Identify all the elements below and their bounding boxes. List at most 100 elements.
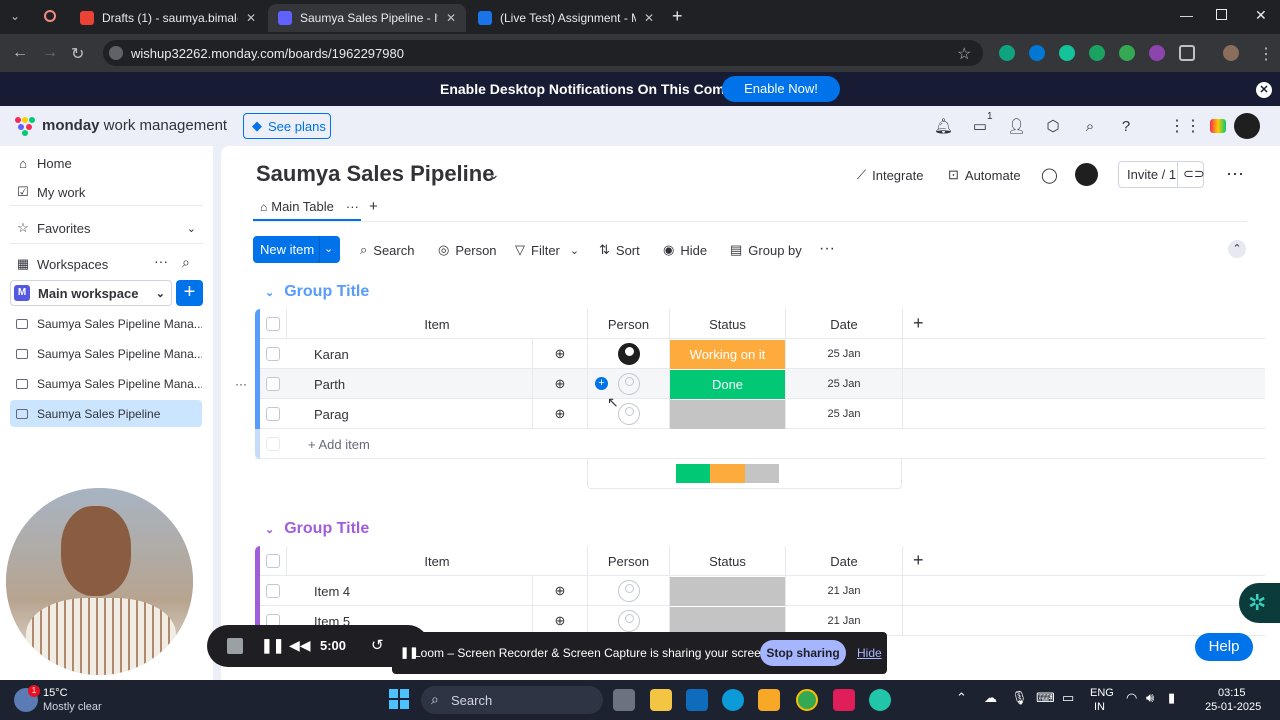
- column-header-person[interactable]: Person: [587, 546, 669, 576]
- windows-start-icon[interactable]: [389, 689, 409, 709]
- wifi-icon[interactable]: ◠: [1126, 690, 1137, 706]
- close-icon[interactable]: ✕: [446, 11, 456, 25]
- integrate-button[interactable]: ⟋ Integrate: [857, 167, 923, 183]
- table-row[interactable]: Karan ⊕ Working on it 25 Jan: [255, 339, 1265, 369]
- add-column-icon[interactable]: +: [913, 550, 924, 571]
- row-checkbox[interactable]: [266, 584, 280, 598]
- status-cell[interactable]: [669, 576, 785, 606]
- close-window-button[interactable]: ✕: [1255, 7, 1267, 24]
- item-name[interactable]: Karan: [314, 347, 349, 362]
- close-icon[interactable]: ✕: [246, 11, 256, 25]
- enable-now-button[interactable]: Enable Now!: [722, 76, 840, 102]
- updates-cell[interactable]: ⊕: [532, 339, 587, 369]
- comment-icon[interactable]: ◯: [1041, 166, 1058, 184]
- filter-button[interactable]: ▽ Filter ⌄: [515, 242, 579, 258]
- chevron-down-icon[interactable]: ⌄: [265, 523, 274, 536]
- file-explorer-icon[interactable]: [650, 689, 672, 711]
- add-item-input[interactable]: + Add item: [308, 437, 370, 452]
- invite-members-icon[interactable]: 👤︎: [1007, 118, 1026, 136]
- sort-button[interactable]: ⇅ Sort: [599, 242, 640, 258]
- item-name[interactable]: Parag: [314, 407, 349, 422]
- see-plans-button[interactable]: ◆ See plans: [243, 113, 331, 139]
- board-owner-avatar[interactable]: [1075, 163, 1098, 186]
- row-checkbox[interactable]: [266, 407, 280, 421]
- tab-options-icon[interactable]: ···: [346, 199, 359, 214]
- person-cell[interactable]: [587, 576, 669, 606]
- status-cell[interactable]: Working on it: [669, 339, 785, 369]
- help-icon[interactable]: ?: [1117, 118, 1135, 136]
- sidebar-item-home[interactable]: ⌂ Home: [16, 156, 72, 171]
- reload-button[interactable]: ↻: [71, 44, 84, 64]
- record-icon[interactable]: [44, 10, 56, 22]
- status-summary-bar[interactable]: [676, 464, 779, 483]
- rewind-icon[interactable]: ◀◀: [289, 637, 311, 654]
- automate-button[interactable]: ⊡ Automate: [948, 167, 1021, 183]
- stop-sharing-button[interactable]: Stop sharing: [760, 640, 846, 666]
- profile-avatar[interactable]: [1223, 45, 1239, 61]
- apps-icon[interactable]: ⬡: [1044, 118, 1062, 136]
- person-cell[interactable]: +: [587, 369, 669, 399]
- sidebar-item-my-work[interactable]: ☑ My work: [16, 184, 85, 200]
- table-row[interactable]: Parag ⊕ 25 Jan: [255, 399, 1265, 429]
- sidebar-board-item-selected[interactable]: Saumya Sales Pipeline: [10, 400, 202, 427]
- webcam-bubble[interactable]: [6, 488, 193, 675]
- chevron-down-icon[interactable]: ⌄: [324, 242, 333, 255]
- item-name[interactable]: Parth: [314, 377, 345, 392]
- sidebar-board-item[interactable]: Saumya Sales Pipeline Mana...: [10, 310, 202, 337]
- forward-button[interactable]: →: [42, 44, 58, 62]
- sidebar-item-favorites[interactable]: ☆ Favorites ⌄: [16, 220, 196, 236]
- tab-main-table[interactable]: ⌂ Main Table ···: [260, 199, 359, 214]
- task-view-icon[interactable]: [613, 689, 635, 711]
- assign-person-plus-icon[interactable]: +: [595, 377, 608, 390]
- chatgpt-extension-icon[interactable]: [999, 45, 1015, 61]
- sidebar-item-workspaces[interactable]: ▦ Workspaces: [16, 256, 108, 272]
- minimize-button[interactable]: —: [1180, 8, 1193, 23]
- meet-extension-icon[interactable]: [1089, 45, 1105, 61]
- volume-icon[interactable]: 🔊︎: [1146, 690, 1154, 706]
- column-header-date[interactable]: Date: [785, 546, 902, 576]
- row-checkbox[interactable]: [266, 347, 280, 361]
- more-toolbar-icon[interactable]: ···: [819, 240, 835, 258]
- hide-sharing-bar-link[interactable]: Hide: [857, 646, 882, 660]
- check-extension-icon[interactable]: [1119, 45, 1135, 61]
- column-header-item[interactable]: Item: [286, 546, 587, 576]
- tray-chevron-icon[interactable]: ⌃: [956, 690, 967, 706]
- invite-button[interactable]: Invite / 1 ⊂⊃: [1118, 161, 1205, 188]
- cloud-icon[interactable]: ☁: [984, 690, 997, 706]
- user-avatar[interactable]: [1234, 113, 1260, 139]
- bookmark-star-icon[interactable]: ☆: [957, 44, 971, 64]
- help-button[interactable]: Help: [1195, 633, 1253, 661]
- ai-assistant-button[interactable]: ✲: [1239, 583, 1280, 623]
- updates-cell[interactable]: ⊕: [532, 369, 587, 399]
- sidebar-board-item[interactable]: Saumya Sales Pipeline Mana...: [10, 370, 202, 397]
- check-app-icon[interactable]: [869, 689, 891, 711]
- browser-menu-icon[interactable]: ⋮: [1258, 44, 1274, 64]
- close-icon[interactable]: ✕: [644, 11, 654, 25]
- group-title[interactable]: ⌄ Group Title: [265, 283, 369, 301]
- date-cell[interactable]: 25 Jan: [785, 339, 902, 369]
- add-item-row[interactable]: + Add item: [255, 429, 1265, 459]
- add-view-icon[interactable]: +: [369, 198, 378, 215]
- tab-monday-board[interactable]: Saumya Sales Pipeline - Item ✕: [268, 4, 466, 32]
- new-tab-button[interactable]: +: [672, 6, 683, 27]
- board-menu-icon[interactable]: ⋯: [1226, 164, 1244, 185]
- chrome-icon[interactable]: [796, 689, 818, 711]
- person-cell[interactable]: [587, 399, 669, 429]
- workspace-search-icon[interactable]: ⌕: [182, 254, 190, 271]
- store-icon[interactable]: [758, 689, 780, 711]
- tab-gmail[interactable]: Drafts (1) - saumya.bimal@wis ✕: [70, 4, 266, 32]
- tab-search-icon[interactable]: ⌄: [10, 9, 20, 23]
- select-all-checkbox[interactable]: [266, 554, 280, 568]
- product-switcher-icon[interactable]: [1210, 119, 1226, 133]
- maximize-button[interactable]: [1216, 9, 1227, 20]
- close-banner-icon[interactable]: ✕: [1256, 82, 1272, 98]
- table-row[interactable]: Item 4 ⊕ 21 Jan: [255, 576, 1265, 606]
- date-cell[interactable]: 25 Jan: [785, 369, 902, 399]
- display-icon[interactable]: ▭: [1062, 690, 1074, 706]
- slack-icon[interactable]: [833, 689, 855, 711]
- chevron-down-icon[interactable]: ⌄: [570, 244, 579, 257]
- edge-icon[interactable]: [722, 689, 744, 711]
- bell-icon[interactable]: 🔔︎: [934, 118, 953, 136]
- search-icon[interactable]: ⌕: [1081, 118, 1099, 136]
- grammarly-extension-icon[interactable]: [1059, 45, 1075, 61]
